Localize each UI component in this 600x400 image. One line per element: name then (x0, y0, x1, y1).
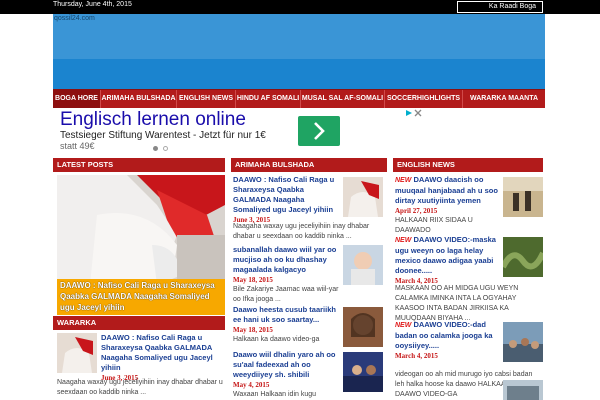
new-badge: NEW (395, 322, 412, 329)
ad-subtitle-2: statt 49€ (60, 141, 95, 150)
arimaha-post-excerpt: Naagaha waxay ugu jeceliyihiin inay dhab… (233, 223, 370, 240)
arimaha-heading: ARIMAHA BULSHADA (231, 158, 387, 172)
english-post-title[interactable]: DAAWO VIDEO:-maska ugu weeyn oo laga hel… (395, 235, 496, 275)
english-thumb-4[interactable] (503, 380, 543, 400)
top-bar: Thursday, June 4th, 2015 Ka Raadi Boga (0, 0, 600, 14)
arimaha-post-title[interactable]: subanallah daawo wiil yar oo mucjiso ah … (233, 245, 339, 275)
latest-posts-heading: LATEST POSTS (53, 158, 225, 172)
adchoices-icon[interactable] (405, 109, 423, 119)
nav-item-arimaha-bulshada[interactable]: ARIMAHA BULSHADA (101, 90, 177, 108)
crowd-thumbnail-image (503, 322, 543, 362)
arimaha-post-1[interactable]: DAAWO : Nafiso Cali Raga u Sharaxeysa Qa… (233, 175, 339, 225)
studio-thumbnail-image (343, 352, 383, 392)
wararka-thumb[interactable] (57, 333, 97, 373)
wararka-post-excerpt: Naagaha waxay ugu jeceliyihiin inay dhab… (57, 379, 223, 396)
ad-pager-dot-active[interactable] (153, 146, 158, 151)
wararka-post[interactable]: DAAWO : Nafiso Cali Raga u Sharaxeysa Qa… (101, 333, 225, 383)
nav-item-wararka-maanta[interactable]: WARARKA MAANTA (463, 90, 545, 108)
advertisement[interactable]: Englisch lernen online Testsieger Stiftu… (53, 108, 545, 156)
adchoices-triangle-icon (406, 109, 422, 117)
arimaha-post-title[interactable]: DAAWO : Nafiso Cali Raga u Sharaxeysa Qa… (233, 175, 339, 215)
arimaha-thumb-2[interactable] (343, 245, 383, 285)
english-post-1[interactable]: NEW DAAWO daacish oo muuqaal hanjabaad a… (395, 175, 499, 236)
nav-item-hindu-af-somali[interactable]: HINDU AF SOMALI (236, 90, 301, 108)
english-post-2[interactable]: NEW DAAWO VIDEO:-maska ugu weeyn oo laga… (395, 235, 499, 286)
ad-title[interactable]: Englisch lernen online (60, 109, 246, 131)
singer-thumbnail-image (343, 307, 383, 347)
news-thumbnail-image (503, 380, 543, 400)
english-post-3[interactable]: NEW DAAWO VIDEO:-dad badan oo calamka jo… (395, 320, 499, 361)
arimaha-thumb-3[interactable] (343, 307, 383, 347)
woman-thumbnail-image (343, 177, 383, 217)
search-button[interactable]: Ka Raadi Boga (457, 1, 543, 13)
header-banner[interactable]: qossil24.com (53, 14, 545, 89)
woman-thumbnail-image (57, 333, 97, 373)
snake-thumbnail-image (503, 237, 543, 277)
english-news-heading: ENGLISH NEWS (393, 158, 543, 172)
nav-item-musal-sal[interactable]: MUSAL SAL AF-SOMALI (301, 90, 385, 108)
arimaha-post-4[interactable]: Daawo wiil dhalin yaro ah oo su'aal fade… (233, 350, 339, 400)
chevron-right-icon (314, 122, 325, 140)
arimaha-thumb-4[interactable] (343, 352, 383, 392)
new-badge: NEW (395, 177, 412, 184)
wararka-heading: WARARKA (53, 316, 225, 330)
current-date: Thursday, June 4th, 2015 (53, 1, 132, 8)
arimaha-excerpt-1: Naagaha waxay ugu jeceliyihiin inay dhab… (233, 222, 383, 242)
english-excerpt-2: MASKAAN OO AH MIDGA UGU WEYN CALAMKA IMI… (395, 284, 543, 324)
english-post-excerpt: MASKAAN OO AH MIDGA UGU WEYN CALAMKA IMI… (395, 285, 519, 322)
nav-item-english-news[interactable]: ENGLISH NEWS (177, 90, 236, 108)
wararka-post-title[interactable]: DAAWO : Nafiso Cali Raga u Sharaxeysa Qa… (101, 333, 225, 373)
arimaha-post-excerpt: Halkaan ka daawo video-ga (233, 336, 320, 343)
main-nav: BOGA HORE ARIMAHA BULSHADA ENGLISH NEWS … (53, 89, 545, 108)
english-post-date: April 27, 2015 (395, 207, 438, 215)
latest-post-hero[interactable]: DAAWO : Nafiso Cali Raga u Sharaxeysa Qa… (57, 175, 225, 315)
ad-pager-dot[interactable] (163, 146, 168, 151)
site-url[interactable]: qossil24.com (54, 15, 95, 22)
english-thumb-2[interactable] (503, 237, 543, 277)
child-thumbnail-image (343, 245, 383, 285)
arimaha-post-excerpt: Waxaan Halkaan idin kugu (233, 391, 317, 398)
english-post-date: March 4, 2015 (395, 352, 438, 360)
arimaha-post-date: May 18, 2015 (233, 276, 273, 284)
hero-caption[interactable]: DAAWO : Nafiso Cali Raga u Sharaxeysa Qa… (60, 280, 222, 313)
english-thumb-1[interactable] (503, 177, 543, 217)
header-band (53, 14, 545, 59)
english-post-excerpt: HALKAAN RIIX SIDAA U DAAWADO (395, 217, 473, 234)
arimaha-post-date: May 4, 2015 (233, 381, 270, 389)
english-thumb-3[interactable] (503, 322, 543, 362)
arimaha-post-title[interactable]: Daawo heesta cusub taariikh ee hani uk s… (233, 305, 339, 325)
arimaha-post-2[interactable]: subanallah daawo wiil yar oo mucjiso ah … (233, 245, 339, 305)
english-post-title[interactable]: DAAWO daacish oo muuqaal hanjabaad ah u … (395, 175, 498, 205)
nav-item-boga-hore[interactable]: BOGA HORE (53, 90, 101, 108)
arimaha-post-title[interactable]: Daawo wiil dhalin yaro ah oo su'aal fade… (233, 350, 339, 380)
new-badge: NEW (395, 237, 412, 244)
desert-thumbnail-image (503, 177, 543, 217)
arimaha-post-excerpt: Bile Zakariye Jaamac waa wiil-yar oo Ifk… (233, 286, 339, 303)
nav-item-soccerhighlights[interactable]: SOCCERHIGHLIGHTS (385, 90, 463, 108)
arimaha-post-date: May 18, 2015 (233, 326, 273, 334)
arimaha-post-3[interactable]: Daawo heesta cusub taariikh ee hani uk s… (233, 305, 339, 345)
ad-go-button[interactable] (298, 116, 340, 146)
arimaha-thumb-1[interactable] (343, 177, 383, 217)
wararka-excerpt-wrap: Naagaha waxay ugu jeceliyihiin inay dhab… (57, 378, 225, 398)
ad-subtitle: Testsieger Stiftung Warentest - Jetzt fü… (60, 130, 266, 141)
